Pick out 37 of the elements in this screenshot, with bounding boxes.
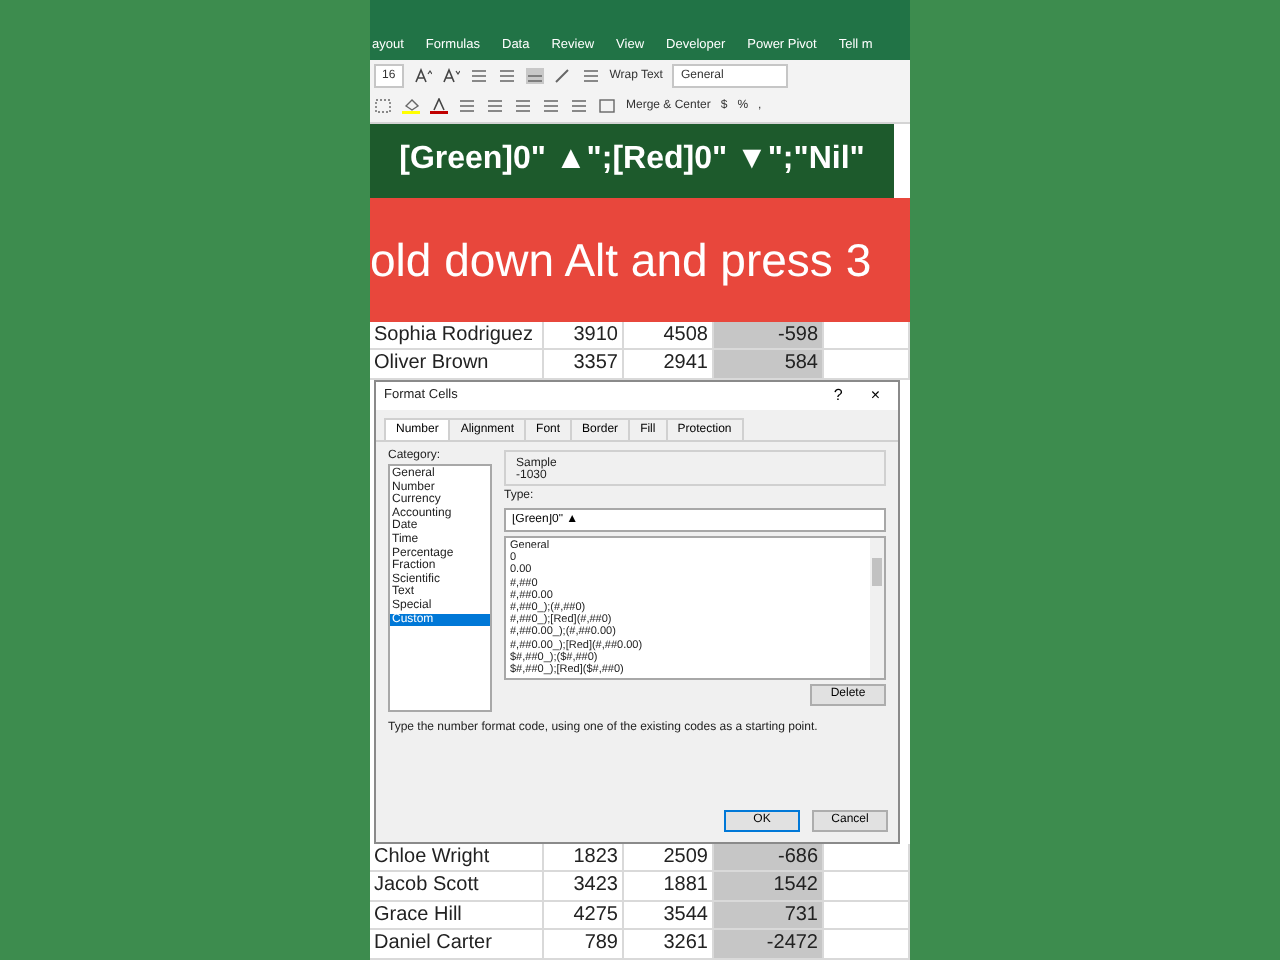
increase-indent-icon[interactable] xyxy=(570,98,588,115)
merge-icon[interactable] xyxy=(598,98,616,115)
number-cell: 3910 xyxy=(544,321,624,351)
orientation-icon[interactable] xyxy=(553,68,572,85)
help-button[interactable]: ? xyxy=(823,386,853,405)
instruction-banner: old down Alt and press 3 xyxy=(370,198,910,322)
difference-cell: 584 xyxy=(714,350,824,380)
number-cell: 4275 xyxy=(544,901,624,931)
align-top-icon[interactable] xyxy=(469,68,488,85)
name-cell: Jacob Scott xyxy=(370,872,544,902)
difference-cell: 1542 xyxy=(714,872,824,902)
name-cell: Grace Hill xyxy=(370,901,544,931)
number-cell: 3423 xyxy=(544,872,624,902)
fill-color-icon[interactable] xyxy=(402,98,420,115)
align-left-icon[interactable] xyxy=(458,98,476,115)
align-center-icon[interactable] xyxy=(486,98,504,115)
number-cell: 789 xyxy=(544,930,624,960)
difference-cell: 731 xyxy=(714,901,824,931)
name-cell: Chloe Wright xyxy=(370,843,544,873)
difference-cell: -2472 xyxy=(714,930,824,960)
difference-cell: -598 xyxy=(714,321,824,351)
font-color-icon[interactable] xyxy=(430,98,448,115)
align-right-icon[interactable] xyxy=(514,98,532,115)
number-cell: 1823 xyxy=(544,843,624,873)
wrap-text-icon[interactable] xyxy=(581,68,600,85)
borders-icon[interactable] xyxy=(374,98,392,115)
close-button[interactable]: × xyxy=(860,386,890,405)
decrease-font-icon[interactable] xyxy=(441,68,460,85)
difference-cell: -686 xyxy=(714,843,824,873)
align-middle-icon[interactable] xyxy=(497,68,516,85)
name-cell: Daniel Carter xyxy=(370,930,544,960)
align-bottom-icon[interactable] xyxy=(525,68,544,85)
decrease-indent-icon[interactable] xyxy=(542,98,560,115)
scrollbar[interactable] xyxy=(870,537,884,678)
name-cell: Sophia Rodriguez xyxy=(370,321,544,351)
increase-font-icon[interactable] xyxy=(413,68,432,85)
format-code-caption: [Green]0" ▲";[Red]0" ▼";"Nil" xyxy=(370,123,894,199)
